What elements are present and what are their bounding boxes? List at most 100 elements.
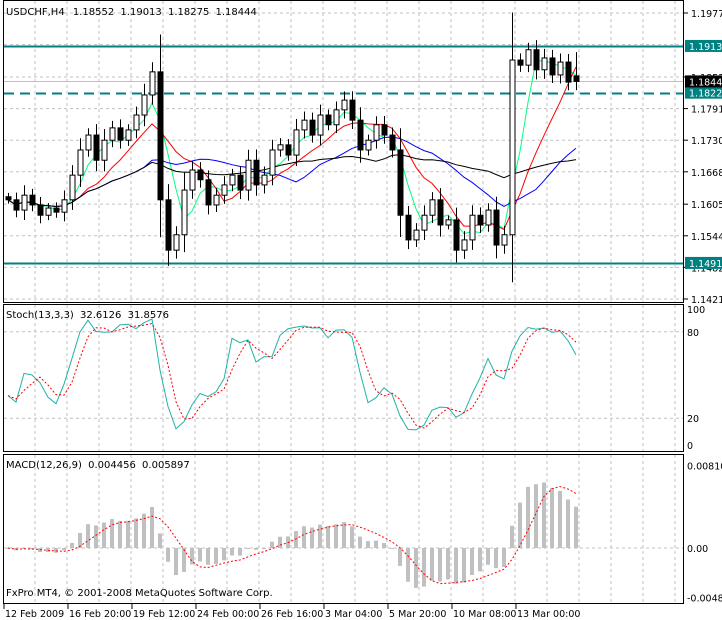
candle-bullish [133, 114, 140, 131]
macd-histogram-bar [214, 548, 218, 564]
candle-bearish [349, 99, 356, 121]
candle-bullish [125, 129, 132, 141]
candles [5, 12, 580, 283]
candle-bearish [157, 71, 164, 201]
candle-bearish [117, 127, 124, 141]
candle-bearish [405, 214, 412, 241]
macd-histogram-bar [70, 542, 74, 548]
macd-histogram-bar [518, 502, 522, 548]
macd-histogram-bar [350, 526, 354, 548]
candle-bearish [517, 59, 524, 66]
time-axis-label: 16 Feb 20:00 [69, 609, 131, 620]
ma-fast-line [7, 60, 577, 235]
macd-histogram-bar [246, 548, 250, 549]
macd-histogram-bar [230, 548, 234, 556]
level-price-label: 1.14912 [689, 259, 722, 270]
price-axis-label: 1.17300 [691, 136, 722, 147]
macd-histogram-bar [54, 548, 58, 553]
time-axis-label: 3 Mar 04:00 [325, 609, 382, 620]
symbol-header: USDCHF,H4 1.18552 1.19013 1.18275 1.1844… [6, 7, 257, 18]
macd-histogram-bar [526, 486, 530, 548]
candle-bullish [557, 61, 564, 76]
macd-histogram-bar [486, 548, 490, 565]
candle-bearish [389, 134, 396, 151]
candle-bullish [269, 149, 276, 176]
macd-histogram-bar [470, 548, 474, 575]
macd-histogram-bar [406, 548, 410, 582]
macd-histogram-bar [86, 524, 90, 548]
macd-histogram-bar [94, 525, 98, 548]
stoch-signal-line [7, 322, 577, 429]
stochastic-lines [7, 318, 577, 431]
candle-bearish [165, 199, 172, 251]
time-axis-label: 12 Feb 2009 [5, 609, 64, 620]
macd-histogram-bar [462, 548, 466, 583]
time-axis-label: 13 Mar 00:00 [517, 609, 580, 620]
candle-bearish [565, 61, 572, 83]
macd-histogram-bar [478, 548, 482, 572]
candle-bullish [141, 94, 148, 116]
candle-bullish [469, 214, 476, 241]
macd-histogram-bar [294, 531, 298, 548]
macd-signal-value: 0.005897 [142, 460, 190, 471]
candle-bearish [237, 174, 244, 191]
time-axis-label: 19 Feb 12:00 [133, 609, 195, 620]
candle-bullish [429, 199, 436, 216]
macd-axis-label: 0.00810 [687, 461, 722, 472]
price-axis-label: 1.17915 [691, 105, 722, 116]
macd-histogram-bar [574, 506, 578, 548]
candle-bearish [197, 169, 204, 181]
moving-averages [7, 60, 577, 235]
candle-bearish [309, 119, 316, 136]
price-axis-label: 1.19775 [691, 9, 722, 20]
bid-price-label: 1.18444 [689, 77, 722, 88]
candle-bullish [21, 194, 28, 211]
candle-bullish [213, 194, 220, 206]
candle-bullish [261, 174, 268, 186]
candle-bullish [149, 71, 156, 96]
macd-histogram-bar [334, 524, 338, 548]
candle-bearish [549, 57, 556, 76]
time-axis-label: 24 Feb 00:00 [197, 609, 259, 620]
macd-histogram-bar [62, 548, 66, 551]
macd-histogram-bar [382, 543, 386, 548]
candle-bullish [173, 234, 180, 251]
candle-bullish [77, 149, 84, 176]
candle-bearish [357, 119, 364, 151]
macd-histogram-bar [558, 490, 562, 548]
candle-bullish [277, 144, 284, 151]
price-axis-label: 1.16685 [691, 168, 722, 179]
macd-histogram-bar [494, 548, 498, 569]
macd-plot [6, 482, 578, 588]
macd-histogram-bar [390, 548, 394, 549]
low-price: 1.18275 [168, 7, 209, 18]
macd-histogram-bar [262, 548, 266, 549]
stoch-axis-label: 0 [687, 441, 693, 452]
candle-bullish [317, 114, 324, 136]
macd-histogram-bar [278, 536, 282, 548]
macd-histogram-bar [566, 499, 570, 548]
candle-bullish [509, 59, 516, 236]
candle-bearish [37, 204, 44, 216]
candle-bearish [325, 114, 332, 126]
macd-histogram-bar [438, 548, 442, 582]
macd-histogram-bar [222, 548, 226, 561]
candle-bearish [533, 49, 540, 71]
candle-bullish [101, 139, 108, 161]
macd-histogram-bar [510, 525, 514, 548]
candle-bullish [301, 119, 308, 131]
candle-bullish [341, 99, 348, 111]
candle-bullish [61, 199, 68, 213]
macd-histogram-bar [430, 548, 434, 581]
macd-histogram-bar [238, 548, 242, 556]
macd-histogram-bar [318, 524, 322, 548]
candle-bullish [189, 169, 196, 191]
time-axis-label: 26 Feb 16:00 [261, 609, 323, 620]
macd-histogram-bar [254, 548, 258, 550]
candle-bearish [253, 159, 260, 186]
macd-histogram-bar [182, 548, 186, 572]
macd-histogram-bar [110, 519, 114, 548]
macd-histogram-bar [342, 522, 346, 548]
candle-bullish [485, 209, 492, 226]
macd-histogram-bar [414, 548, 418, 588]
